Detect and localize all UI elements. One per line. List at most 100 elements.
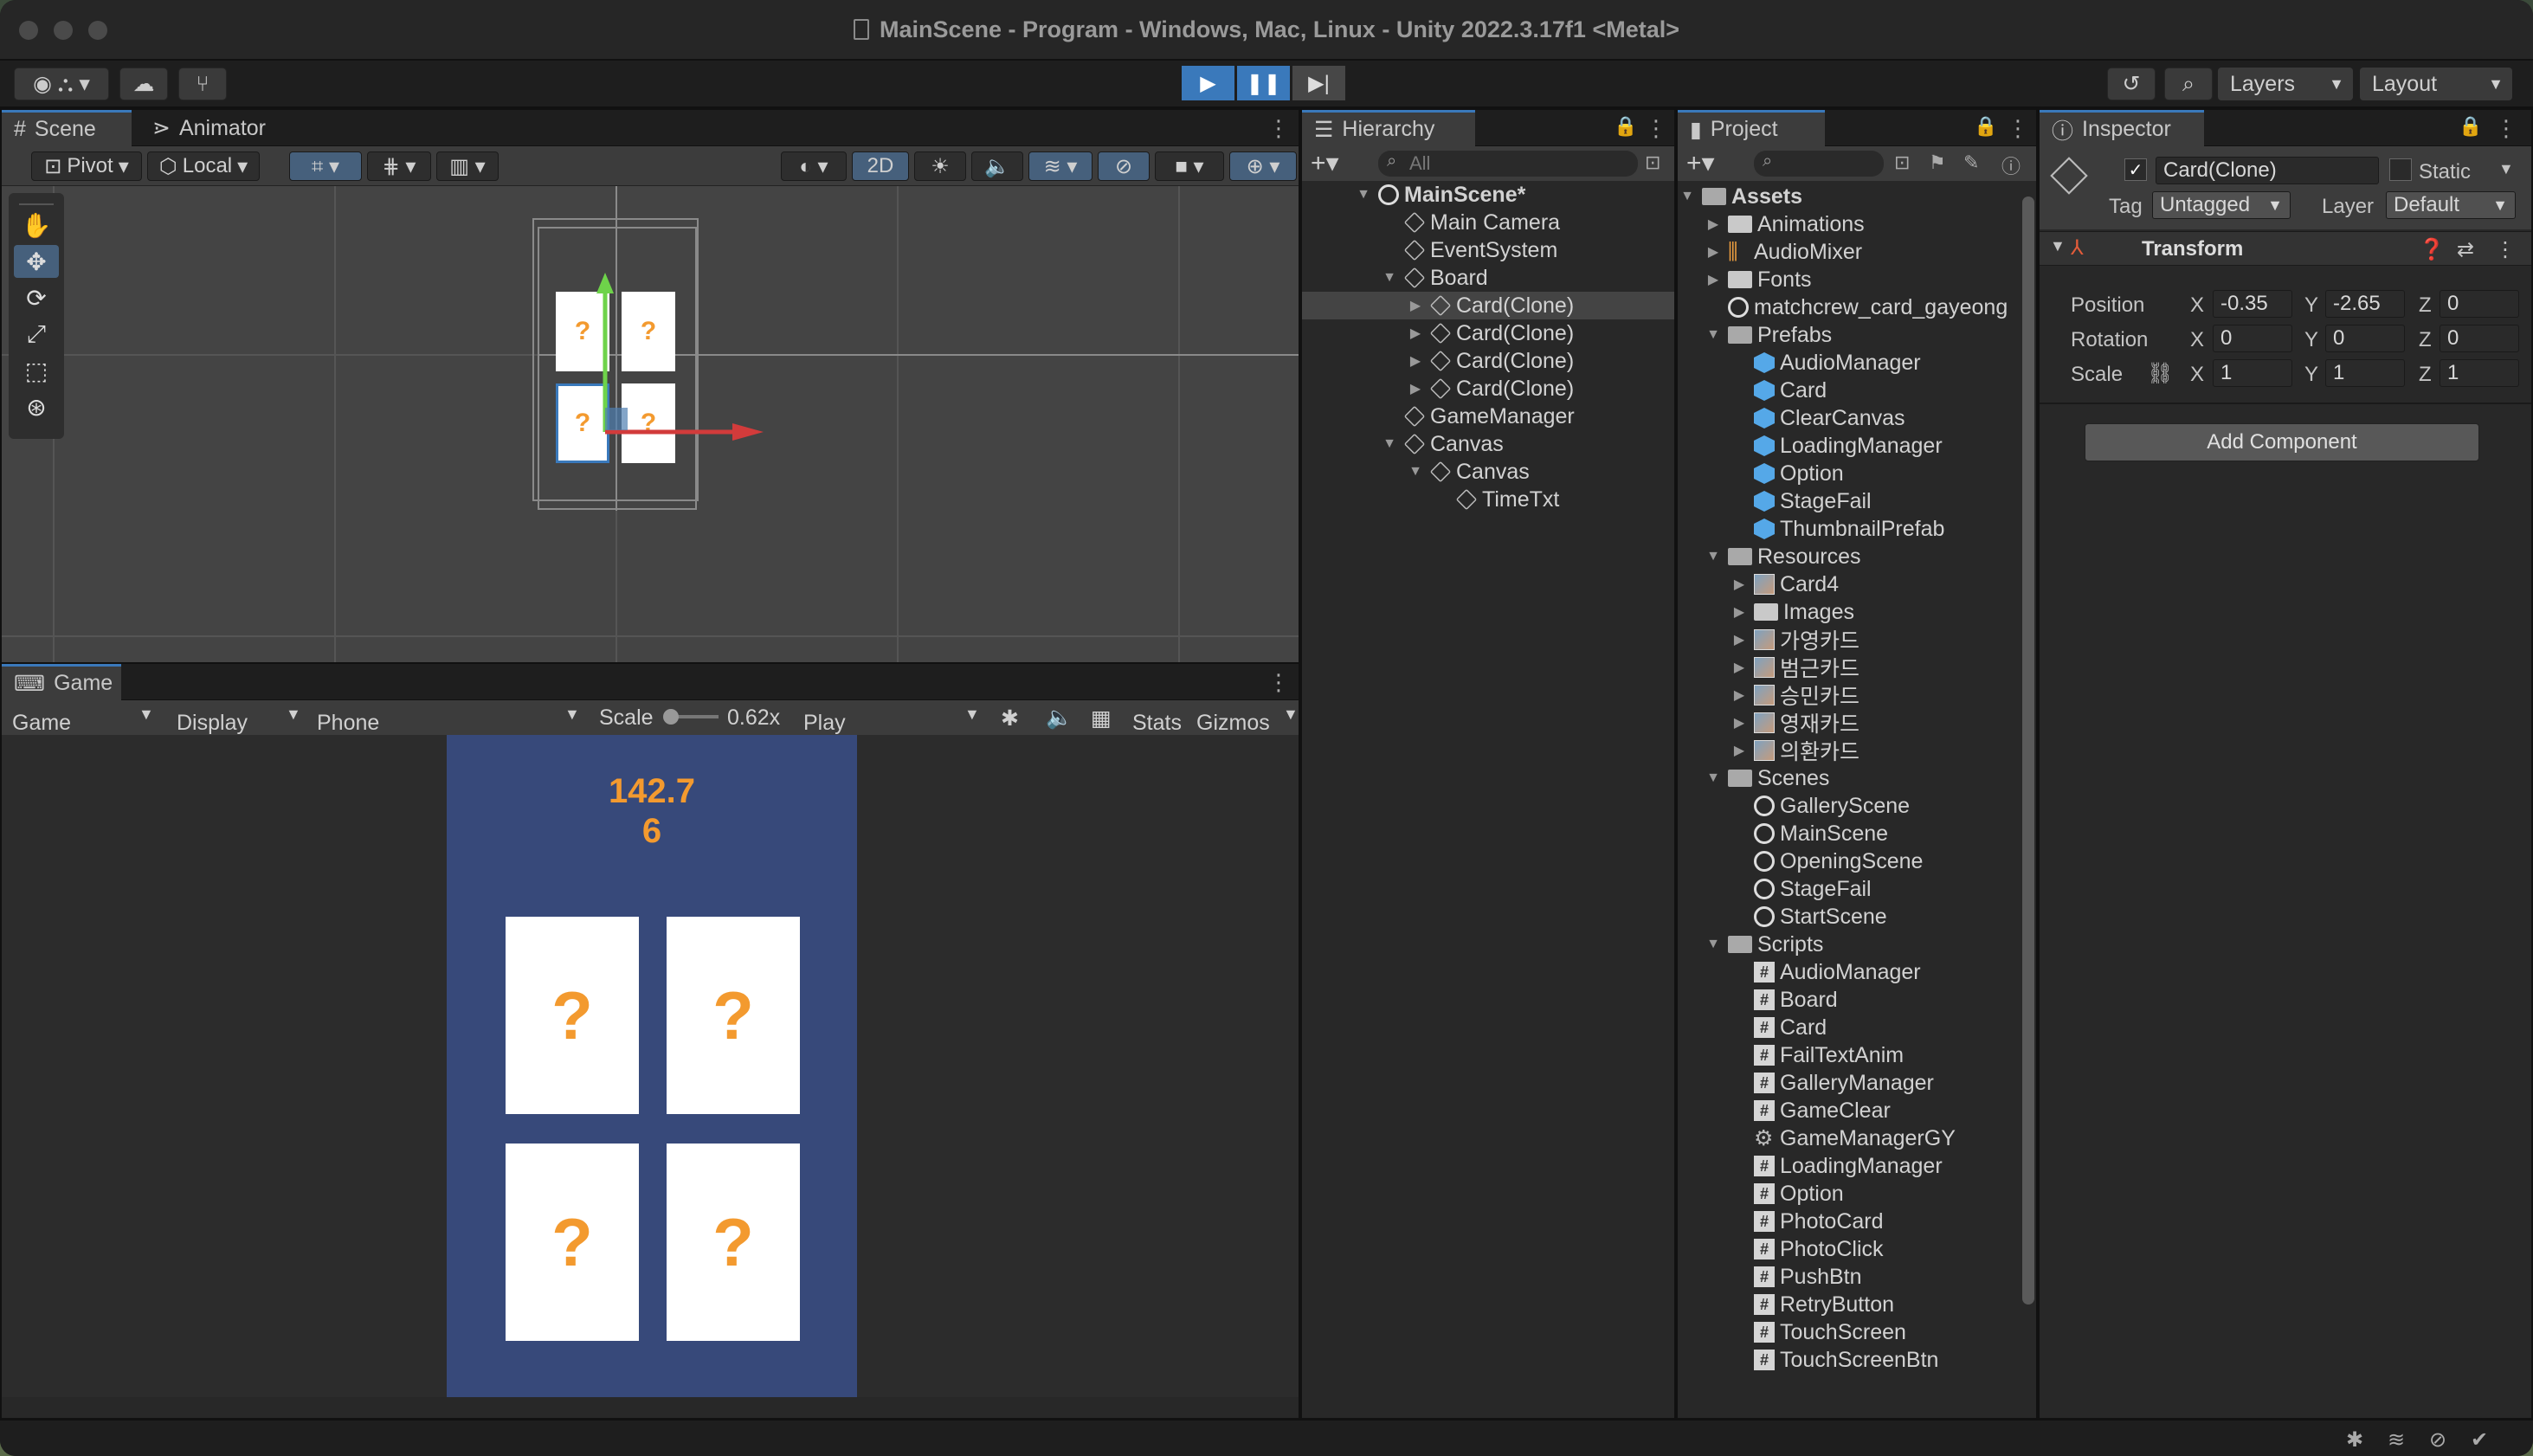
project-item[interactable]: ClearCanvas xyxy=(1678,404,2024,432)
collab-button[interactable]: ⑂ xyxy=(178,68,227,100)
project-item[interactable]: GalleryScene xyxy=(1678,792,2024,820)
layer-dropdown[interactable]: Default ▼ xyxy=(2386,191,2516,219)
effects-dropdown[interactable]: ≋ ▾ xyxy=(1028,151,1092,181)
hierarchy-item[interactable]: ▶ Card(Clone) xyxy=(1302,375,1674,403)
hidden-objects-toggle[interactable]: ⊘ xyxy=(1098,151,1150,181)
project-item[interactable]: StageFail xyxy=(1678,875,2024,903)
project-item[interactable]: ▶ ⫼ AudioMixer xyxy=(1678,238,2024,266)
chevron-down-icon[interactable]: ▼ xyxy=(2498,160,2514,178)
2d-toggle[interactable]: 2D xyxy=(852,151,909,181)
project-item[interactable]: OpeningScene xyxy=(1678,847,2024,875)
chevron-down-icon[interactable]: ▼ xyxy=(1678,189,1697,204)
chevron-right-icon[interactable]: ▶ xyxy=(1730,742,1749,759)
tab-scene[interactable]: # Scene xyxy=(2,110,132,146)
lock-icon[interactable]: 🔒 xyxy=(1614,115,1637,138)
maximize-window-button[interactable] xyxy=(88,21,107,40)
project-item[interactable]: ▶ Images xyxy=(1678,598,2024,626)
project-item[interactable]: # FailTextAnim xyxy=(1678,1041,2024,1069)
chevron-right-icon[interactable]: ▶ xyxy=(1730,714,1749,731)
game-viewport[interactable]: 142.7 6 ? ? ? ? xyxy=(2,735,1299,1397)
chevron-down-icon[interactable]: ▼ xyxy=(1380,270,1399,286)
rotation-z-field[interactable]: 0 xyxy=(2440,325,2519,352)
tab-animator[interactable]: ⋗ Animator xyxy=(140,110,278,146)
close-window-button[interactable] xyxy=(19,21,38,40)
project-item[interactable]: # GalleryManager xyxy=(1678,1069,2024,1097)
active-checkbox[interactable]: ✓ xyxy=(2124,158,2147,181)
chevron-down-icon[interactable]: ▼ xyxy=(1704,549,1723,564)
rect-tool-button[interactable]: ⬚ xyxy=(14,354,59,387)
inspector-menu-button[interactable]: ⋮ xyxy=(2495,115,2517,142)
debug-icon[interactable]: ✱ xyxy=(2346,1427,2363,1453)
project-item[interactable]: # TouchScreen xyxy=(1678,1318,2024,1346)
chevron-right-icon[interactable]: ▶ xyxy=(1704,216,1723,233)
hierarchy-item[interactable]: GameManager xyxy=(1302,403,1674,430)
speaker-icon[interactable]: 🔈 xyxy=(1046,705,1073,731)
camera-dropdown[interactable]: ■ ▾ xyxy=(1155,151,1224,181)
hierarchy-item[interactable]: TimeTxt xyxy=(1302,486,1674,513)
transform-header[interactable]: ▼ ⅄ Transform ❓ ⇄ ⋮ xyxy=(2040,231,2531,266)
scene-visibility-icon[interactable]: ⊡ xyxy=(1645,151,1660,174)
project-item[interactable]: # Board xyxy=(1678,986,2024,1014)
project-item[interactable]: # AudioManager xyxy=(1678,958,2024,986)
bug-icon[interactable]: ✱ xyxy=(1001,705,1019,731)
project-item[interactable]: ▼ Resources xyxy=(1678,543,2024,570)
lock-icon[interactable]: 🔒 xyxy=(2459,115,2482,138)
position-z-field[interactable]: 0 xyxy=(2440,290,2519,318)
tab-hierarchy[interactable]: ☰ Hierarchy xyxy=(1302,110,1475,146)
chevron-right-icon[interactable]: ▶ xyxy=(1406,352,1425,370)
hierarchy-search-input[interactable]: All xyxy=(1378,151,1638,177)
project-item[interactable]: # PhotoClick xyxy=(1678,1235,2024,1263)
project-item[interactable]: ▼ Scripts xyxy=(1678,931,2024,958)
link-icon[interactable]: ⛓ xyxy=(2147,361,2173,386)
project-item[interactable]: # RetryButton xyxy=(1678,1291,2024,1318)
project-item[interactable]: StageFail xyxy=(1678,487,2024,515)
scale-tool-button[interactable]: ⤢ xyxy=(14,318,59,351)
increment-snap-button[interactable]: ▥ ▾ xyxy=(436,151,499,181)
audio-toggle[interactable]: 🔈 xyxy=(971,151,1023,181)
filter-icon[interactable]: ⚑ xyxy=(1929,151,1946,174)
project-item[interactable]: # PushBtn xyxy=(1678,1263,2024,1291)
project-item[interactable]: ▶ Card4 xyxy=(1678,570,2024,598)
project-item[interactable]: ▼ Assets xyxy=(1678,183,2024,210)
network-icon[interactable]: ⊘ xyxy=(2429,1427,2446,1453)
search-by-type-icon[interactable]: ⊡ xyxy=(1894,151,1910,174)
tools-grip[interactable] xyxy=(19,193,54,205)
rotate-tool-button[interactable]: ⟳ xyxy=(14,281,59,314)
chevron-right-icon[interactable]: ▶ xyxy=(1406,380,1425,397)
project-item[interactable]: # LoadingManager xyxy=(1678,1152,2024,1180)
preset-icon[interactable]: ⇄ xyxy=(2457,237,2474,262)
add-button[interactable]: +▾ xyxy=(1311,148,1339,178)
chevron-down-icon[interactable]: ▼ xyxy=(1354,187,1373,203)
scale-x-field[interactable]: 1 xyxy=(2213,359,2292,387)
chevron-right-icon[interactable]: ▶ xyxy=(1406,297,1425,314)
step-button[interactable]: ▶| xyxy=(1292,66,1345,100)
project-item[interactable]: ▶ Fonts xyxy=(1678,266,2024,293)
static-checkbox[interactable] xyxy=(2389,158,2412,181)
chevron-right-icon[interactable]: ▶ xyxy=(1704,243,1723,261)
project-scrollbar[interactable] xyxy=(2022,196,2034,1305)
component-menu-button[interactable]: ⋮ xyxy=(2495,237,2516,262)
chevron-down-icon[interactable]: ▼ xyxy=(1704,770,1723,786)
project-item[interactable]: ▶ 승민카드 xyxy=(1678,681,2024,709)
game-card[interactable]: ? xyxy=(506,1144,639,1341)
pivot-dropdown[interactable]: ⊡ Pivot ▾ xyxy=(31,151,142,181)
chevron-down-icon[interactable]: ▼ xyxy=(1704,937,1723,952)
chevron-right-icon[interactable]: ▶ xyxy=(1730,603,1749,621)
game-card[interactable]: ? xyxy=(667,1144,800,1341)
hierarchy-item[interactable]: ▼ MainScene* xyxy=(1302,181,1674,209)
transform-tool-button[interactable]: ⊛ xyxy=(14,390,59,423)
hierarchy-item[interactable]: ▼ Canvas xyxy=(1302,458,1674,486)
project-item[interactable]: ▶ 범근카드 xyxy=(1678,654,2024,681)
hierarchy-item[interactable]: ▶ Card(Clone) xyxy=(1302,319,1674,347)
hierarchy-item[interactable]: ▶ Card(Clone) xyxy=(1302,292,1674,319)
project-item[interactable]: # Option xyxy=(1678,1180,2024,1208)
project-item[interactable]: StartScene xyxy=(1678,903,2024,931)
scale-y-field[interactable]: 1 xyxy=(2325,359,2405,387)
object-name-input[interactable]: Card(Clone) xyxy=(2156,157,2379,184)
position-x-field[interactable]: -0.35 xyxy=(2213,290,2292,318)
chevron-right-icon[interactable]: ▶ xyxy=(1704,271,1723,288)
project-item[interactable]: # TouchScreenBtn xyxy=(1678,1346,2024,1374)
add-component-button[interactable]: Add Component xyxy=(2085,423,2479,461)
scale-z-field[interactable]: 1 xyxy=(2440,359,2519,387)
hand-tool-button[interactable]: ✋ xyxy=(14,209,59,242)
